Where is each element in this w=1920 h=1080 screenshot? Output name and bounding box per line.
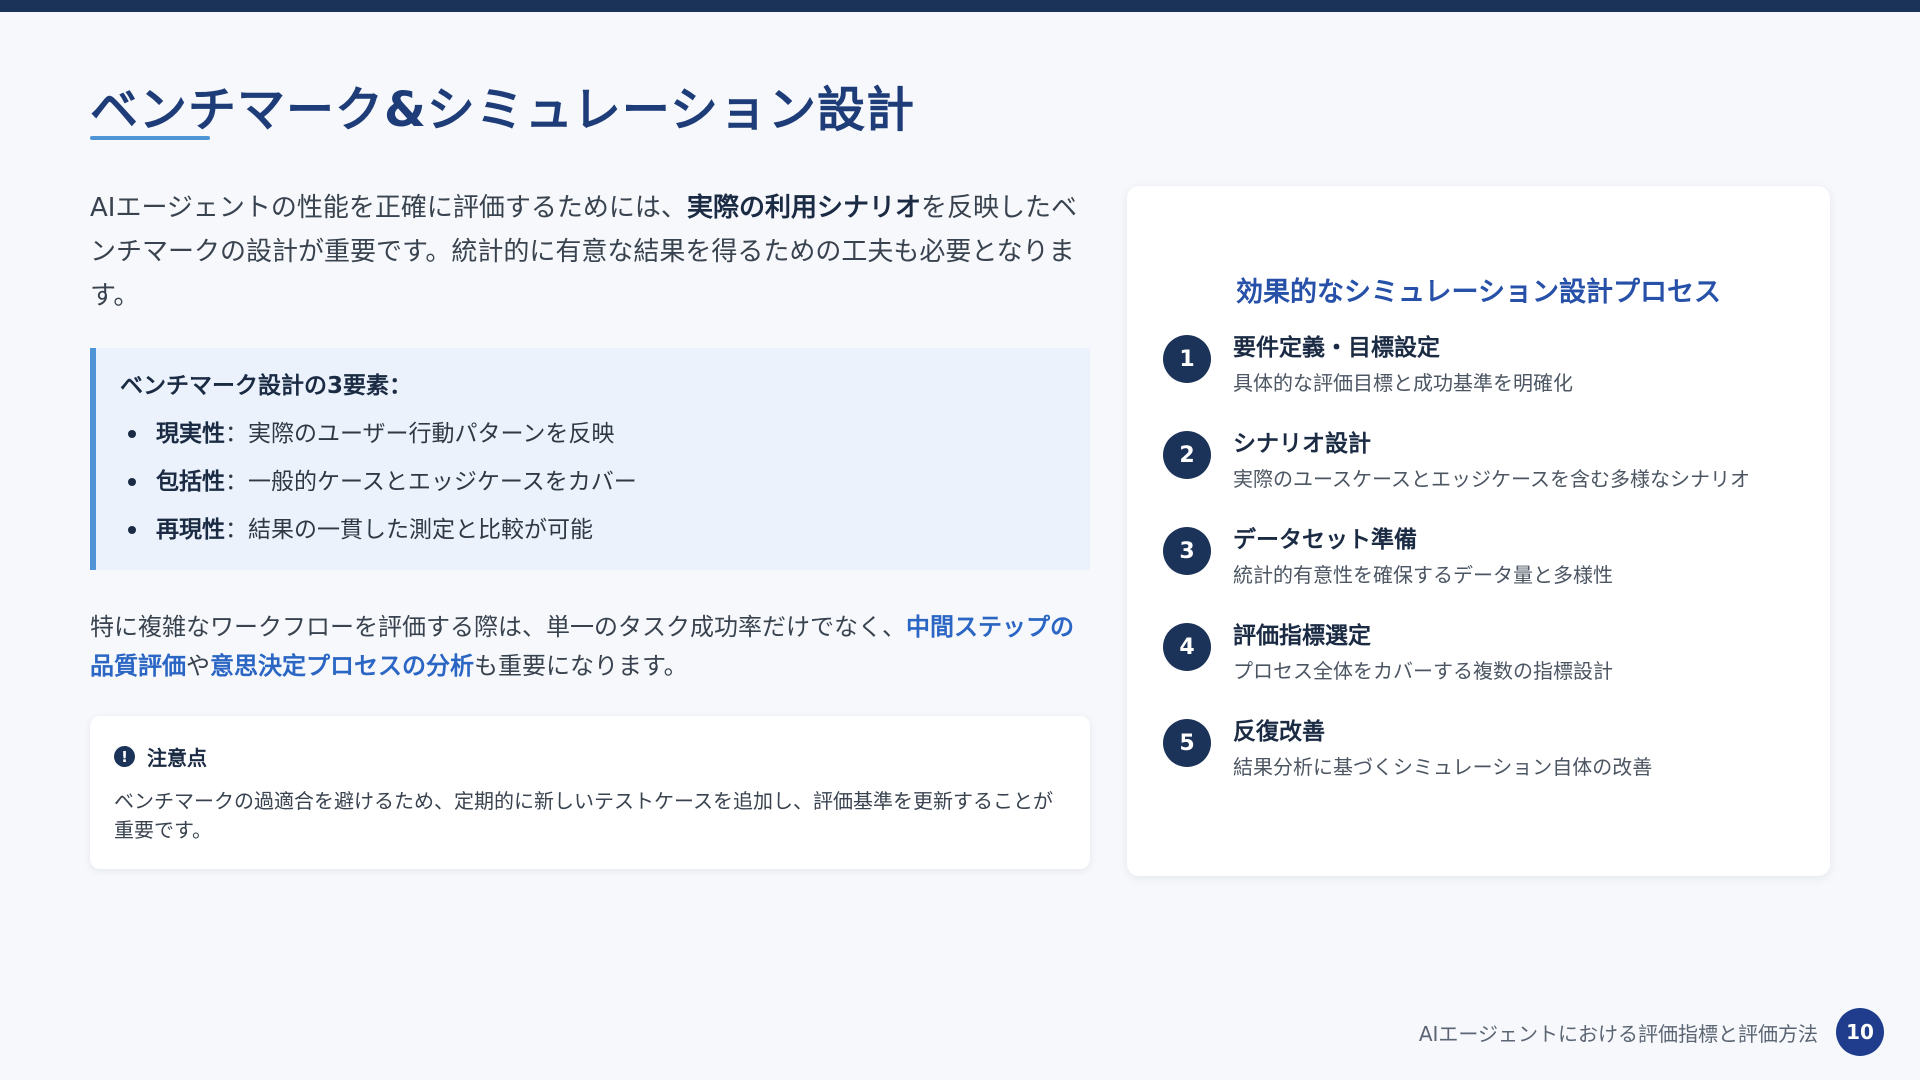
title-underline [90, 136, 210, 140]
element-text: ：実際のユーザー行動パターンを反映 [225, 421, 615, 447]
step-title: データセット準備 [1233, 527, 1417, 553]
benchmark-elements-box: ベンチマーク設計の3要素： 現実性：実際のユーザー行動パターンを反映 包括性：一… [90, 348, 1090, 570]
step-number-badge: 1 [1163, 335, 1211, 383]
step-number-badge: 4 [1163, 623, 1211, 671]
step-text: 評価指標選定 プロセス全体をカバーする複数の指標設計 [1233, 619, 1613, 687]
step-description: 結果分析に基づくシミュレーション自体の改善 [1233, 755, 1653, 779]
process-step: 3 データセット準備 統計的有意性を確保するデータ量と多様性 [1163, 523, 1794, 619]
intro-emphasis: 実際の利用シナリオ [686, 193, 921, 223]
process-title: 効果的なシミュレーション設計プロセス [1236, 277, 1721, 308]
step-description: プロセス全体をカバーする複数の指標設計 [1233, 659, 1613, 683]
extra-middle: や [186, 652, 210, 680]
workflow-paragraph: 特に複雑なワークフローを評価する際は、単一のタスク成功率だけでなく、中間ステップ… [90, 608, 1090, 686]
intro-paragraph: AIエージェントの性能を正確に評価するためには、実際の利用シナリオを反映したベン… [90, 186, 1090, 318]
slide-title: ベンチマーク&シミュレーション設計 [90, 82, 915, 138]
footer-deck-title: AIエージェントにおける評価指標と評価方法 [1418, 1021, 1818, 1046]
step-number-badge: 2 [1163, 431, 1211, 479]
note-body: ベンチマークの過適合を避けるため、定期的に新しいテストケースを追加し、評価基準を… [114, 789, 1053, 842]
list-item: 再現性：結果の一貫した測定と比較が可能 [120, 506, 1066, 554]
list-item: 包括性：一般的ケースとエッジケースをカバー [120, 458, 1066, 506]
extra-prefix: 特に複雑なワークフローを評価する際は、単一のタスク成功率だけでなく、 [90, 613, 906, 641]
step-text: 要件定義・目標設定 具体的な評価目標と成功基準を明確化 [1233, 331, 1573, 399]
slide-footer: AIエージェントにおける評価指標と評価方法 10 [1419, 1008, 1884, 1056]
left-column: AIエージェントの性能を正確に評価するためには、実際の利用シナリオを反映したベン… [90, 186, 1090, 869]
step-title: シナリオ設計 [1233, 431, 1371, 457]
element-label: 現実性 [156, 421, 225, 447]
step-text: 反復改善 結果分析に基づくシミュレーション自体の改善 [1233, 715, 1652, 783]
decision-process-link: 意思決定プロセスの分析 [210, 652, 474, 680]
note-header: ! 注意点 [114, 742, 1066, 771]
element-text: ：結果の一貫した測定と比較が可能 [225, 517, 593, 543]
caution-note: ! 注意点 ベンチマークの過適合を避けるため、定期的に新しいテストケースを追加し… [90, 716, 1090, 869]
process-step: 2 シナリオ設計 実際のユースケースとエッジケースを含む多様なシナリオ [1163, 427, 1794, 523]
step-description: 具体的な評価目標と成功基準を明確化 [1233, 371, 1573, 395]
intro-prefix: AIエージェントの性能を正確に評価するためには、 [90, 193, 687, 223]
list-item: 現実性：実際のユーザー行動パターンを反映 [120, 410, 1066, 458]
step-number-badge: 5 [1163, 719, 1211, 767]
element-text: ：一般的ケースとエッジケースをカバー [225, 469, 637, 495]
exclamation-icon: ! [114, 746, 135, 767]
element-label: 包括性 [156, 469, 225, 495]
step-text: データセット準備 統計的有意性を確保するデータ量と多様性 [1233, 523, 1613, 591]
page-number-badge: 10 [1836, 1008, 1884, 1056]
process-steps: 1 要件定義・目標設定 具体的な評価目標と成功基準を明確化 2 シナリオ設計 実… [1163, 331, 1794, 811]
step-text: シナリオ設計 実際のユースケースとエッジケースを含む多様なシナリオ [1233, 427, 1750, 495]
step-title: 反復改善 [1233, 719, 1325, 745]
step-title: 評価指標選定 [1233, 623, 1371, 649]
step-title: 要件定義・目標設定 [1233, 335, 1440, 361]
process-step: 4 評価指標選定 プロセス全体をカバーする複数の指標設計 [1163, 619, 1794, 715]
step-description: 統計的有意性を確保するデータ量と多様性 [1233, 563, 1613, 587]
extra-suffix: も重要になります。 [474, 652, 688, 680]
element-label: 再現性 [156, 517, 225, 543]
note-title: 注意点 [147, 746, 207, 770]
elements-list: 現実性：実際のユーザー行動パターンを反映 包括性：一般的ケースとエッジケースをカ… [120, 410, 1066, 554]
step-number-badge: 3 [1163, 527, 1211, 575]
process-step: 1 要件定義・目標設定 具体的な評価目標と成功基準を明確化 [1163, 331, 1794, 427]
process-step: 5 反復改善 結果分析に基づくシミュレーション自体の改善 [1163, 715, 1794, 811]
process-card: 効果的なシミュレーション設計プロセス 1 要件定義・目標設定 具体的な評価目標と… [1127, 186, 1830, 876]
elements-title: ベンチマーク設計の3要素： [120, 373, 413, 399]
step-description: 実際のユースケースとエッジケースを含む多様なシナリオ [1233, 467, 1750, 491]
top-accent-bar [0, 0, 1920, 12]
